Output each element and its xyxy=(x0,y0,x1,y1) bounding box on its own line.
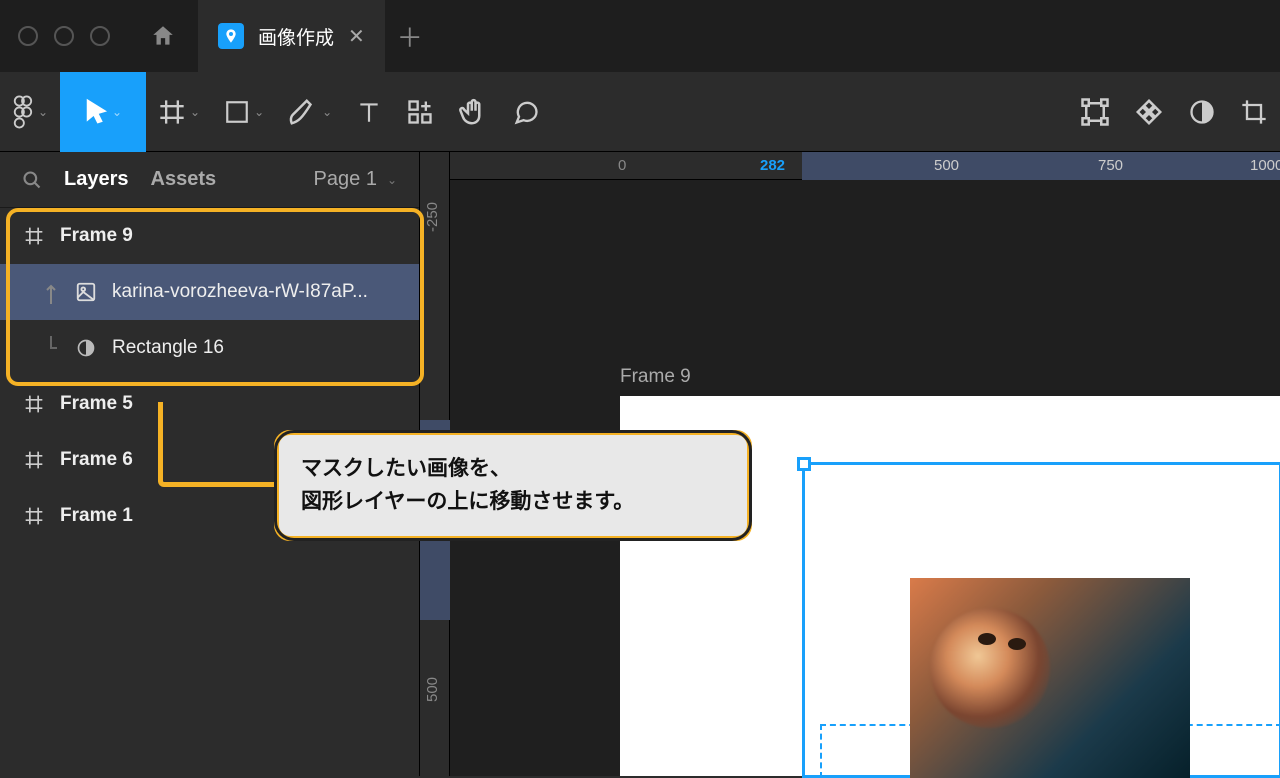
edit-object-icon xyxy=(1080,97,1110,127)
layer-label: Frame 9 xyxy=(60,225,133,247)
frame-icon xyxy=(22,394,46,414)
frame-icon xyxy=(22,450,46,470)
edit-object-button[interactable] xyxy=(1068,72,1122,152)
window-maximize-icon[interactable] xyxy=(90,26,110,46)
image-icon xyxy=(74,281,98,303)
tab-active[interactable]: 画像作成 ✕ xyxy=(198,0,385,72)
layer-row-rectangle[interactable]: Rectangle 16 xyxy=(0,320,419,376)
hand-tool-button[interactable] xyxy=(446,72,500,152)
tab-close-icon[interactable]: ✕ xyxy=(348,24,365,49)
crop-icon xyxy=(1240,98,1268,126)
home-button[interactable] xyxy=(128,0,198,72)
canvas-image[interactable] xyxy=(910,578,1190,778)
resources-icon xyxy=(406,98,434,126)
rectangle-icon xyxy=(224,99,250,125)
frame-icon xyxy=(22,226,46,246)
ruler-tick: -250 xyxy=(424,202,441,232)
toolbar: ⌄ ⌄ ⌄ ⌄ ⌄ xyxy=(0,72,1280,152)
ruler-tick: 750 xyxy=(1098,157,1123,174)
annotation-line2: 図形レイヤーの上に移動させます。 xyxy=(301,486,725,519)
ruler-tick: 1000 xyxy=(1250,157,1280,174)
tab-label: 画像作成 xyxy=(258,23,334,50)
ruler-tick: 0 xyxy=(618,157,626,174)
page-label: Page 1 xyxy=(314,168,377,191)
horizontal-ruler: 0 282 500 750 1000 xyxy=(450,152,1280,180)
layers-tab[interactable]: Layers xyxy=(64,168,129,191)
ruler-cursor-tick: 282 xyxy=(760,157,785,174)
layer-label: Frame 5 xyxy=(60,393,133,415)
canvas-frame-label[interactable]: Frame 9 xyxy=(620,366,691,388)
frame-tool-button[interactable]: ⌄ xyxy=(146,72,212,152)
comment-tool-button[interactable] xyxy=(500,72,552,152)
chevron-down-icon: ⌄ xyxy=(387,173,397,187)
component-icon xyxy=(1134,97,1164,127)
document-icon xyxy=(218,23,244,49)
hand-icon xyxy=(458,97,488,127)
layer-label: Frame 6 xyxy=(60,449,133,471)
panel-tabs: Layers Assets Page 1 ⌄ xyxy=(0,152,419,208)
window-controls xyxy=(0,26,128,46)
annotation-connector xyxy=(158,402,278,487)
ruler-tick: 500 xyxy=(934,157,959,174)
tree-connector-icon xyxy=(42,336,60,360)
pen-icon xyxy=(288,97,318,127)
mask-icon xyxy=(1188,98,1216,126)
annotation-line1: マスクしたい画像を、 xyxy=(301,453,725,486)
ruler-tick: 500 xyxy=(424,677,441,702)
comment-icon xyxy=(512,98,540,126)
selection-handle[interactable] xyxy=(797,457,811,471)
move-cursor-icon xyxy=(84,98,108,126)
frame-icon xyxy=(22,506,46,526)
layer-label: Rectangle 16 xyxy=(112,337,224,359)
text-tool-button[interactable] xyxy=(344,72,394,152)
annotation-callout: マスクしたい画像を、 図形レイヤーの上に移動させます。 xyxy=(274,430,752,541)
layer-row-frame9[interactable]: Frame 9 xyxy=(0,208,419,264)
window-close-icon[interactable] xyxy=(18,26,38,46)
titlebar: 画像作成 ✕ ＋ xyxy=(0,0,1280,72)
mask-button[interactable] xyxy=(1176,72,1228,152)
assets-tab[interactable]: Assets xyxy=(151,168,217,191)
crop-button[interactable] xyxy=(1228,72,1280,152)
text-icon xyxy=(356,99,382,125)
mask-shape-icon xyxy=(74,338,98,358)
search-icon[interactable] xyxy=(22,170,42,190)
component-button[interactable] xyxy=(1122,72,1176,152)
window-minimize-icon[interactable] xyxy=(54,26,74,46)
main-menu-button[interactable]: ⌄ xyxy=(0,72,60,152)
tab-add-button[interactable]: ＋ xyxy=(385,0,435,72)
frame-icon xyxy=(158,98,186,126)
layer-row-image[interactable]: karina-vorozheeva-rW-I87aP... xyxy=(0,264,419,320)
page-selector[interactable]: Page 1 ⌄ xyxy=(314,168,397,191)
move-tool-button[interactable]: ⌄ xyxy=(60,72,146,152)
resources-button[interactable] xyxy=(394,72,446,152)
pen-tool-button[interactable]: ⌄ xyxy=(276,72,344,152)
layer-label: Frame 1 xyxy=(60,505,133,527)
figma-icon xyxy=(12,95,34,129)
tree-connector-icon xyxy=(42,280,60,304)
shape-tool-button[interactable]: ⌄ xyxy=(212,72,276,152)
layer-label: karina-vorozheeva-rW-I87aP... xyxy=(112,281,368,303)
